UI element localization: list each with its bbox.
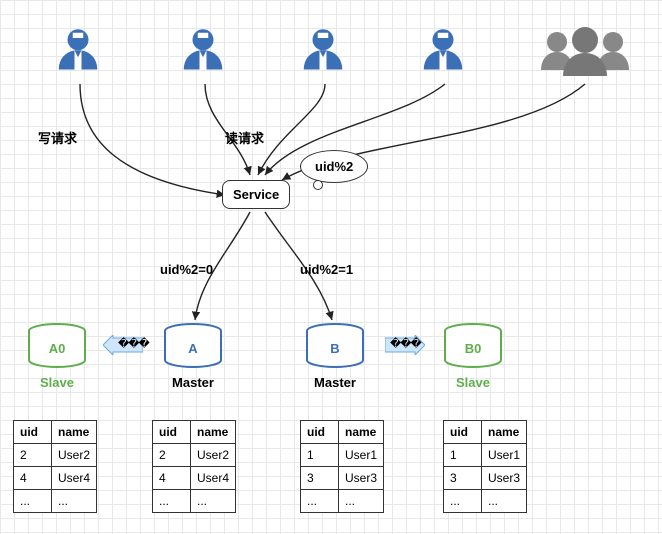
table-row: 3User3 bbox=[301, 467, 384, 490]
table-row: ...... bbox=[301, 490, 384, 513]
table-row: 2User2 bbox=[14, 444, 97, 467]
table-a0: uidname 2User2 4User4 ...... bbox=[13, 420, 97, 513]
replication-text-right: ��� bbox=[390, 337, 421, 350]
service-node: Service bbox=[222, 180, 290, 209]
db-b0: B0 bbox=[443, 323, 503, 368]
replication-text-left: ��� bbox=[118, 337, 149, 350]
table-row: ...... bbox=[153, 490, 236, 513]
service-label: Service bbox=[233, 187, 279, 202]
read-label: 读请求 bbox=[225, 128, 264, 147]
th-uid: uid bbox=[14, 421, 52, 444]
table-row: 1User1 bbox=[301, 444, 384, 467]
db-a0: A0 bbox=[27, 323, 87, 368]
route-right-label: uid%2=1 bbox=[300, 262, 353, 277]
user-icon bbox=[50, 24, 106, 80]
table-b0: uidname 1User1 3User3 ...... bbox=[443, 420, 527, 513]
table-row: 4User4 bbox=[14, 467, 97, 490]
write-label: 写请求 bbox=[38, 128, 77, 147]
db-a-role: Master bbox=[163, 375, 223, 390]
user-icon bbox=[295, 24, 351, 80]
db-a-label: A bbox=[163, 341, 223, 356]
user-icon bbox=[175, 24, 231, 80]
db-a0-label: A0 bbox=[27, 341, 87, 356]
db-a0-role: Slave bbox=[27, 375, 87, 390]
group-icon bbox=[535, 20, 635, 80]
table-a: uidname 2User2 4User4 ...... bbox=[152, 420, 236, 513]
table-b: uidname 1User1 3User3 ...... bbox=[300, 420, 384, 513]
db-b0-label: B0 bbox=[443, 341, 503, 356]
table-row: 3User3 bbox=[444, 467, 527, 490]
table-row: 4User4 bbox=[153, 467, 236, 490]
shard-rule-text: uid%2 bbox=[315, 159, 353, 174]
table-row: ...... bbox=[14, 490, 97, 513]
table-row: 2User2 bbox=[153, 444, 236, 467]
db-b-label: B bbox=[305, 341, 365, 356]
th-name: name bbox=[52, 421, 97, 444]
shard-rule-bubble: uid%2 bbox=[300, 150, 368, 183]
table-row: 1User1 bbox=[444, 444, 527, 467]
arrow-write bbox=[80, 84, 225, 195]
route-left-label: uid%2=0 bbox=[160, 262, 213, 277]
user-icon bbox=[415, 24, 471, 80]
db-a: A bbox=[163, 323, 223, 368]
db-b-role: Master bbox=[305, 375, 365, 390]
db-b: B bbox=[305, 323, 365, 368]
table-row: ...... bbox=[444, 490, 527, 513]
db-b0-role: Slave bbox=[443, 375, 503, 390]
